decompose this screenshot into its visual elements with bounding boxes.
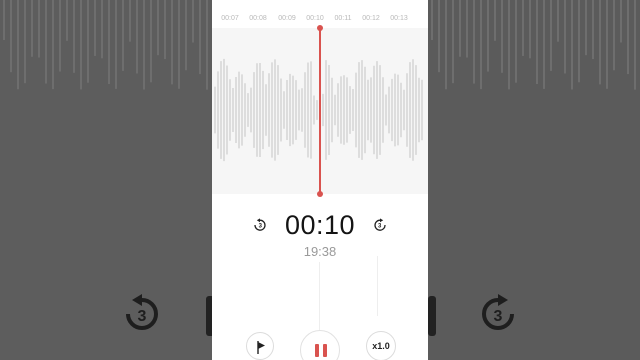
recorder-screen: 00:07 00:08 00:09 00:10 00:11 00:12 00:1… (212, 0, 428, 360)
background-blur-left: 3 (0, 0, 212, 360)
timeline-tick: 00:12 (362, 15, 380, 22)
playback-speed-button[interactable]: x1.0 (366, 331, 396, 360)
timeline-tick: 00:09 (278, 15, 296, 22)
timeline-tick: 00:08 (249, 15, 267, 22)
playback-speed-label: x1.0 (372, 341, 390, 351)
divider (377, 256, 378, 316)
timeline-tick: 00:13 (390, 15, 408, 22)
svg-text:3: 3 (138, 308, 147, 325)
background-edge (428, 296, 436, 336)
pause-button[interactable] (300, 330, 340, 360)
pause-icon (315, 344, 327, 357)
playhead[interactable] (319, 26, 321, 196)
background-waveform-right (431, 0, 636, 90)
rewind-3s-icon-blurred: 3 (122, 292, 162, 336)
svg-text:3: 3 (494, 308, 503, 325)
background-blur-right: 3 (428, 0, 640, 360)
timeline-ruler[interactable]: 00:07 00:08 00:09 00:10 00:11 00:12 00:1… (212, 0, 428, 28)
timeline-tick: 00:11 (334, 15, 352, 22)
total-duration: 19:38 (303, 244, 337, 259)
elapsed-time: 00:10 (284, 210, 356, 240)
time-display: 3 00:10 3 (212, 208, 428, 244)
forward-3s-icon-blurred: 3 (478, 292, 518, 336)
playhead-bottom-dot (317, 191, 323, 197)
flag-button[interactable] (246, 332, 274, 360)
timeline-tick: 00:10 (306, 15, 324, 22)
svg-text:3: 3 (378, 224, 382, 230)
forward-3s-icon[interactable]: 3 (373, 218, 387, 232)
background-waveform-left (3, 0, 208, 90)
flag-icon (257, 341, 265, 354)
playhead-top-dot (317, 25, 323, 31)
timeline-tick: 00:07 (221, 15, 239, 22)
divider (319, 262, 320, 332)
